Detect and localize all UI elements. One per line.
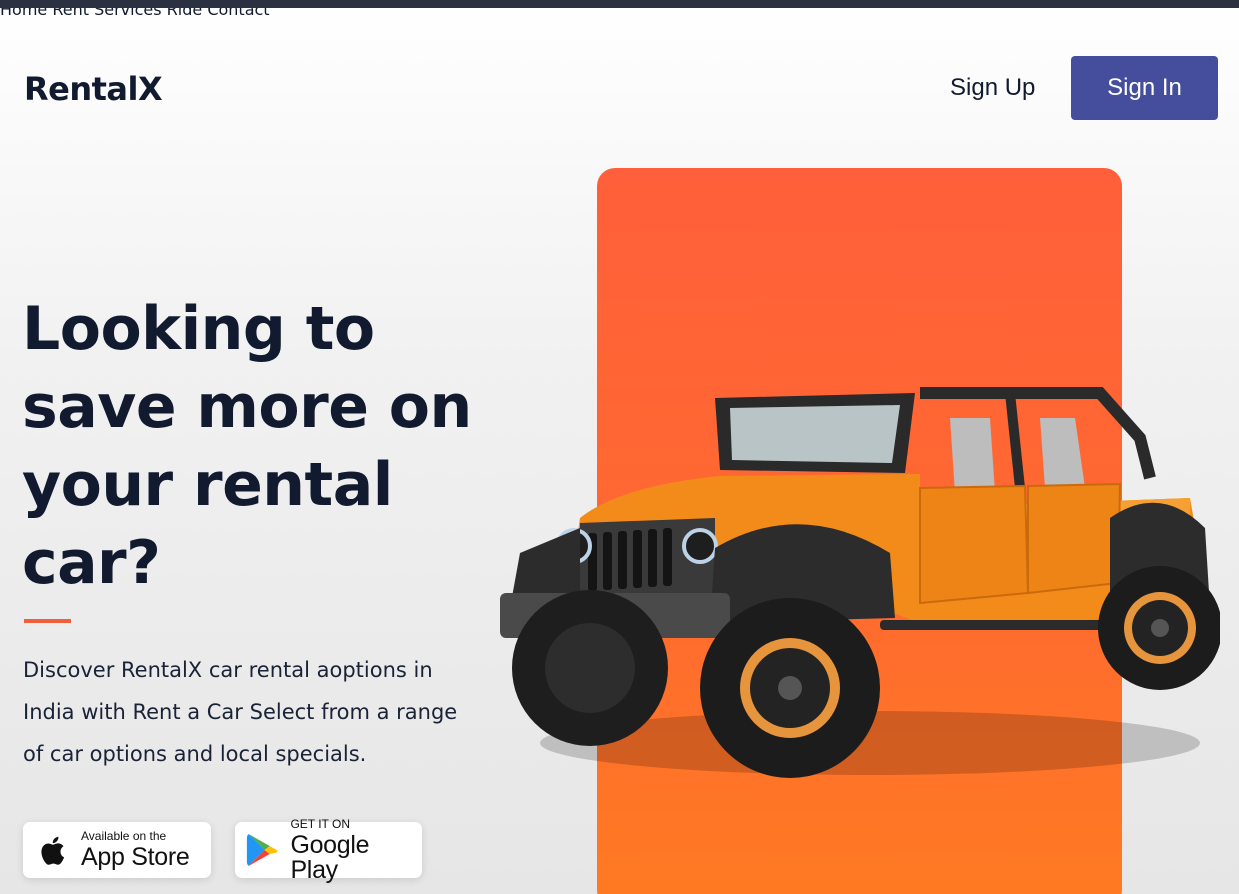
sign-up-link[interactable]: Sign Up xyxy=(950,74,1035,102)
logo[interactable]: RentalX xyxy=(24,70,163,108)
app-store-badge[interactable]: Available on the App Store xyxy=(23,822,211,878)
top-border xyxy=(0,0,1239,8)
google-play-text: GET IT ON Google Play xyxy=(290,818,422,883)
google-play-small-text: GET IT ON xyxy=(290,816,351,831)
google-play-badge[interactable]: GET IT ON Google Play xyxy=(235,818,422,882)
hero-description: Discover RentalX car rental aoptions in … xyxy=(23,649,503,775)
headline-line: car? xyxy=(22,528,161,598)
app-store-text: Available on the App Store xyxy=(81,829,190,871)
google-play-icon xyxy=(246,834,278,866)
app-store-small-text: Available on the xyxy=(81,829,167,843)
app-store-big-text: App Store xyxy=(81,843,190,871)
google-play-big-text: Google Play xyxy=(290,830,370,884)
headline-line: Looking to xyxy=(22,294,375,364)
orange-jeep-image xyxy=(500,387,1220,778)
accent-divider xyxy=(24,619,71,623)
headline-line: your rental xyxy=(22,450,393,520)
sign-in-button[interactable]: Sign In xyxy=(1071,56,1218,120)
description-line: Discover RentalX car rental aoptions in xyxy=(23,658,433,682)
apple-icon xyxy=(41,836,65,865)
description-line: India with Rent a Car Select from a rang… xyxy=(23,700,458,724)
headline-line: save more on xyxy=(22,372,472,442)
hero-headline: Looking to save more on your rental car? xyxy=(22,290,492,602)
description-line: of car options and local specials. xyxy=(23,742,367,766)
